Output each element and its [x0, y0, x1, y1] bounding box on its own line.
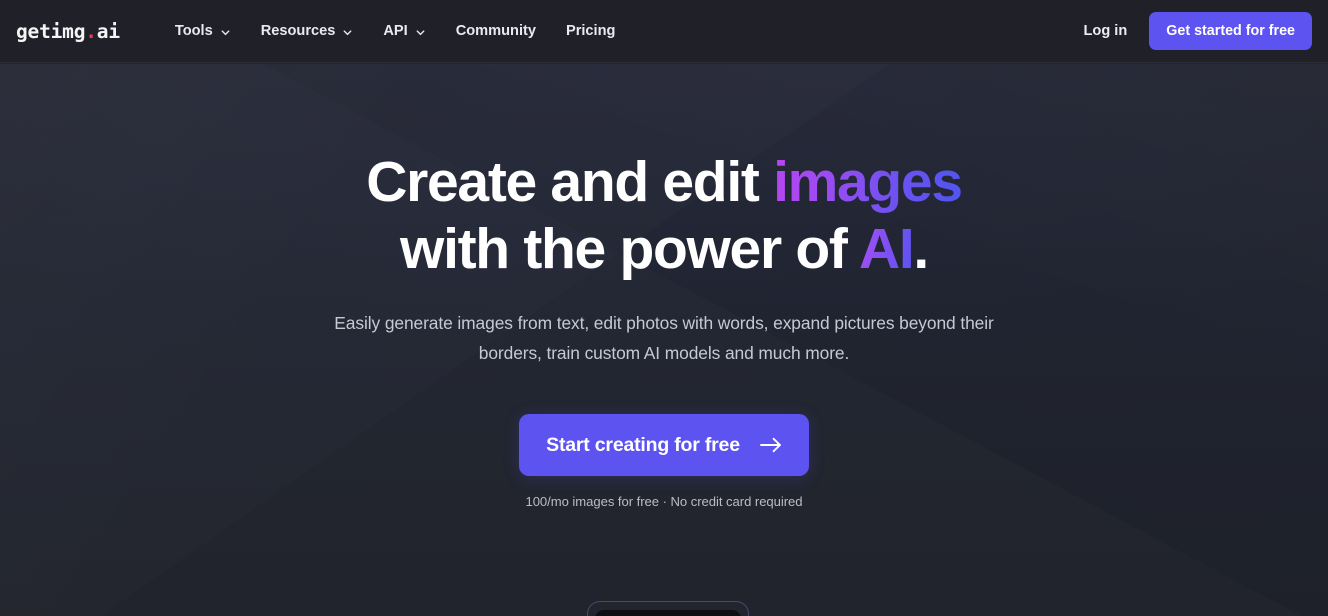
- headline-line1-accent: images: [773, 150, 963, 214]
- get-started-button[interactable]: Get started for free: [1149, 12, 1312, 50]
- chevron-down-icon: [220, 27, 231, 38]
- hero-section: Create and edit images with the power of…: [0, 64, 1328, 509]
- page-title: Create and edit images with the power of…: [366, 149, 963, 283]
- headline-period: .: [913, 217, 929, 281]
- app-preview-screen: [595, 610, 741, 616]
- headline-line2-accent: AI: [859, 217, 915, 281]
- chevron-down-icon: [342, 27, 353, 38]
- cta-note: 100/mo images for free · No credit card …: [525, 494, 803, 509]
- nav-item-api[interactable]: API: [368, 17, 440, 45]
- headline-line2-plain: with the power of: [400, 217, 859, 281]
- nav-item-label: Resources: [260, 23, 336, 39]
- navbar-right-group: Log in Get started for free: [1068, 12, 1328, 50]
- top-navigation-bar: getimg. ai Tools Resources API Community…: [0, 0, 1328, 63]
- cta-label: Start creating for free: [546, 433, 740, 456]
- start-creating-button[interactable]: Start creating for free: [519, 414, 809, 476]
- headline-line1-plain: Create and edit: [366, 150, 774, 214]
- nav-item-label: API: [383, 23, 408, 39]
- navbar-links: Tools Resources API Community Pricing: [160, 17, 631, 45]
- logo-dot: .: [85, 19, 97, 43]
- nav-item-resources[interactable]: Resources: [246, 17, 369, 45]
- nav-item-label: Tools: [174, 23, 213, 39]
- landing-page: getimg. ai Tools Resources API Community…: [0, 0, 1328, 616]
- nav-item-label: Community: [455, 23, 536, 39]
- cta-group: Start creating for free 100/mo images fo…: [519, 414, 809, 509]
- arrow-right-icon: [759, 437, 782, 453]
- nav-item-label: Pricing: [565, 23, 616, 39]
- nav-item-community[interactable]: Community: [441, 17, 551, 45]
- app-preview-panel[interactable]: [587, 601, 749, 616]
- navbar-left-group: getimg. ai Tools Resources API Community…: [0, 17, 630, 45]
- nav-item-tools[interactable]: Tools: [160, 17, 246, 45]
- logo-text-prefix: getimg: [16, 19, 86, 43]
- nav-item-pricing[interactable]: Pricing: [551, 17, 630, 45]
- chevron-down-icon: [415, 27, 426, 38]
- logo-text-suffix: ai: [96, 19, 120, 43]
- hero-subheading: Easily generate images from text, edit p…: [334, 308, 994, 368]
- login-link[interactable]: Log in: [1068, 15, 1144, 47]
- site-logo[interactable]: getimg. ai: [16, 20, 120, 43]
- subheading-line-1: Easily generate images from text, edit p…: [334, 313, 895, 333]
